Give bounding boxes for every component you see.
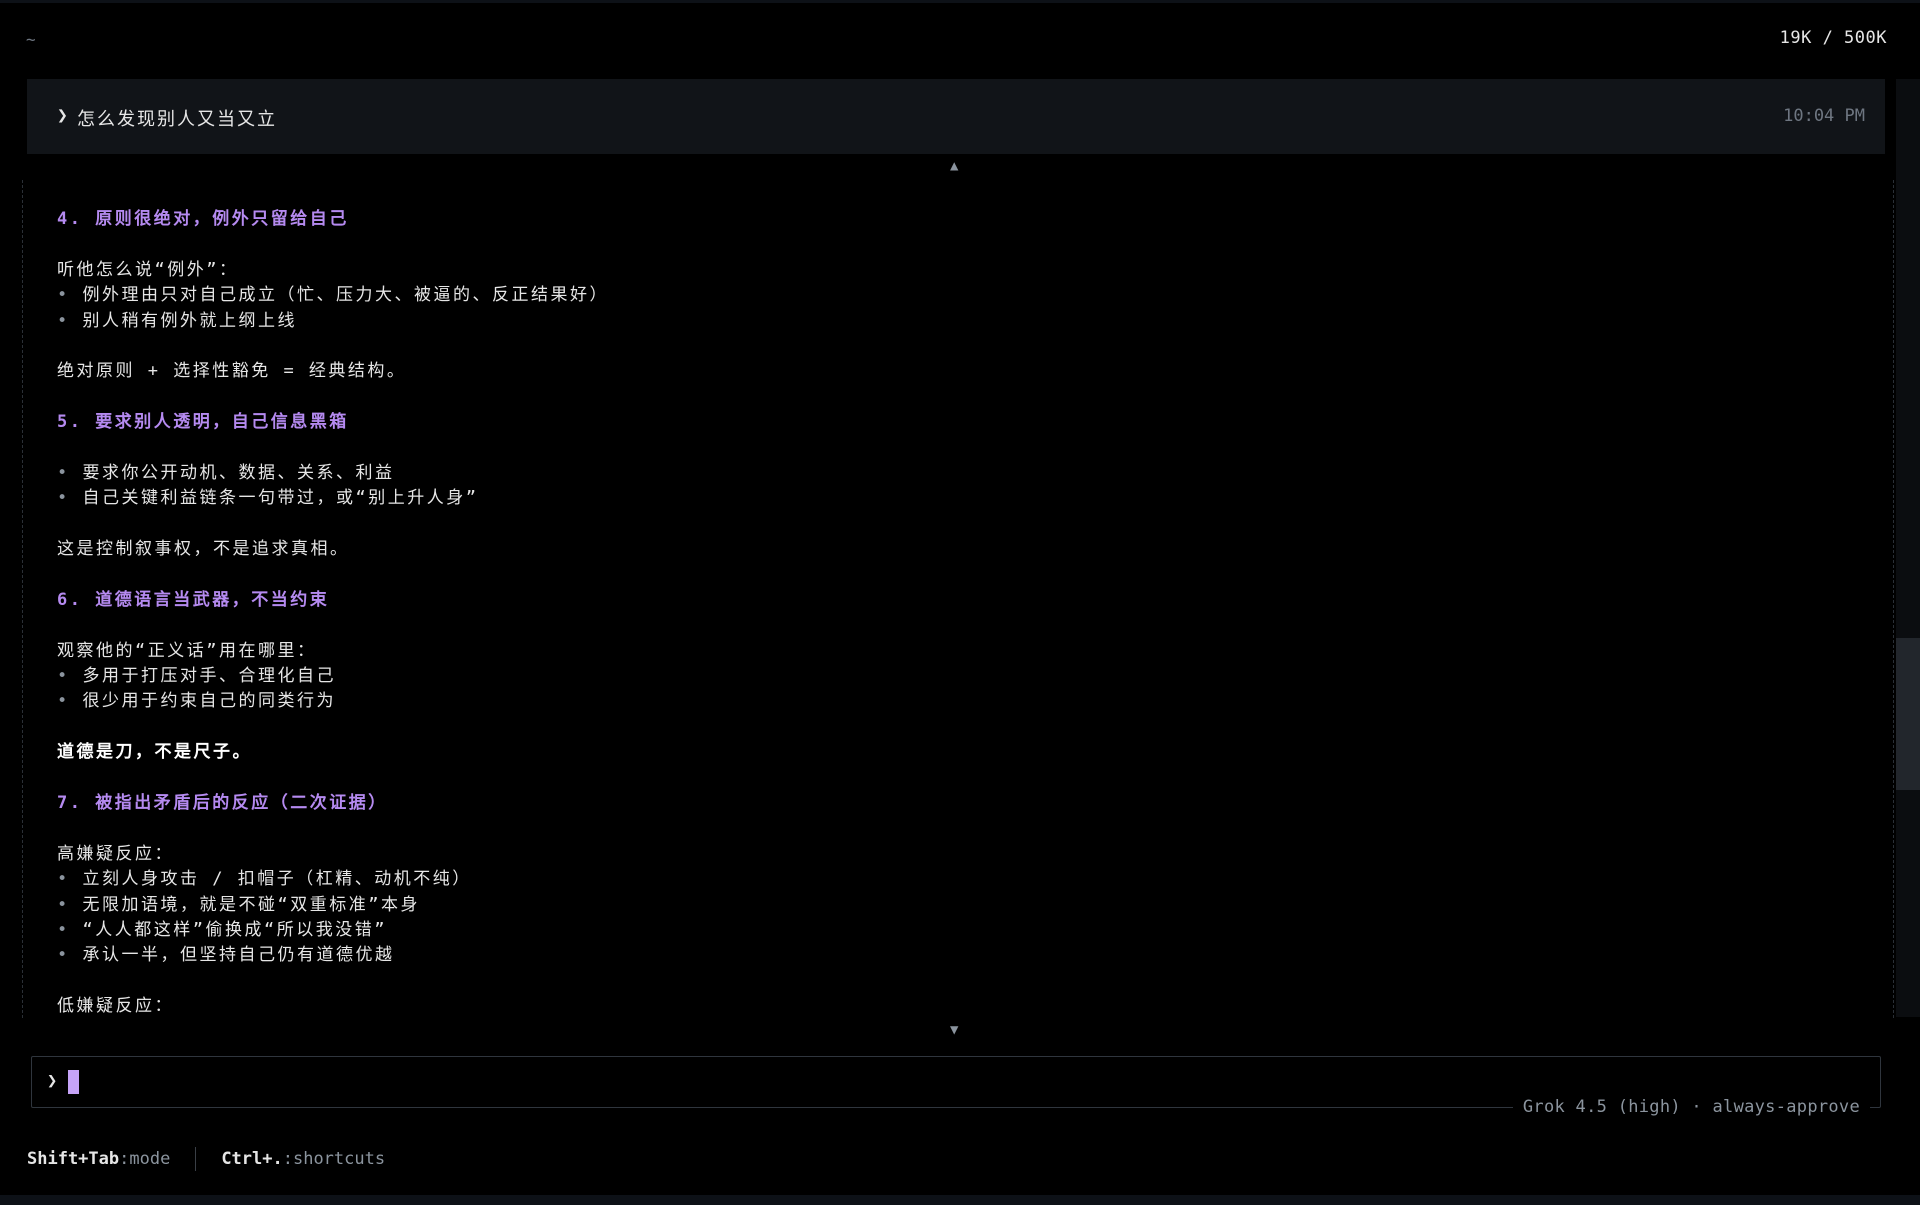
list-item: • 别人稍有例外就上纲上线: [57, 309, 1877, 334]
bullet-icon: •: [57, 462, 70, 483]
bullet-icon: •: [57, 919, 70, 940]
footer-hints: Shift+Tab :mode Ctrl+. :shortcuts: [27, 1147, 385, 1171]
list-item: • 要求你公开动机、数据、关系、利益: [57, 461, 1877, 486]
scroll-down-icon[interactable]: ▼: [950, 1022, 958, 1038]
user-message-time: 10:04 PM: [1783, 106, 1865, 126]
paragraph-line: 低嫌疑反应：: [57, 996, 174, 1017]
section-heading: 7. 被指出矛盾后的反应（二次证据）: [57, 792, 388, 813]
list-item: • “人人都这样”偷换成“所以我没错”: [57, 918, 1877, 943]
list-item: • 很少用于约束自己的同类行为: [57, 689, 1877, 714]
token-usage: 19K / 500K: [1779, 28, 1887, 48]
model-status: Grok 4.5 (high) · always-approve: [1512, 1097, 1870, 1117]
list-item: • 立刻人身攻击 / 扣帽子（杠精、动机不纯）: [57, 867, 1877, 892]
paragraph-line: 绝对原则 + 选择性豁免 = 经典结构。: [57, 361, 407, 382]
section-heading: 5. 要求别人透明，自己信息黑箱: [57, 412, 349, 433]
section-heading: 4. 原则很绝对，例外只留给自己: [57, 209, 349, 229]
bullet-icon: •: [57, 285, 70, 306]
bullet-icon: •: [57, 488, 70, 509]
paragraph-line: 这是控制叙事权，不是追求真相。: [57, 539, 350, 560]
paragraph-line: 道德是刀，不是尺子。: [57, 742, 252, 763]
list-item-text: 自己关键利益链条一句带过，或“别上升人身”: [82, 488, 479, 509]
bullet-icon: •: [57, 945, 70, 966]
section-heading: 6. 道德语言当武器，不当约束: [57, 589, 330, 610]
paragraph-line: 观察他的“正义话”用在哪里：: [57, 640, 317, 661]
bullet-icon: •: [57, 894, 70, 915]
scrollbar-thumb[interactable]: [1896, 638, 1920, 790]
list-item-text: 无限加语境，就是不碰“双重标准”本身: [82, 894, 420, 915]
list-item: • 自己关键利益链条一句带过，或“别上升人身”: [57, 486, 1877, 511]
input-prompt-symbol: ❯: [47, 1071, 58, 1091]
user-message: ❯ 怎么发现别人又当又立 10:04 PM: [27, 79, 1885, 154]
list-item-text: 很少用于约束自己的同类行为: [82, 691, 336, 712]
text-cursor: [68, 1070, 79, 1094]
bullet-icon: •: [57, 691, 70, 712]
shortcuts-label: :shortcuts: [282, 1149, 386, 1169]
scroll-up-icon[interactable]: ▲: [950, 158, 958, 174]
list-item: • 多用于打压对手、合理化自己: [57, 664, 1877, 689]
paragraph-line: 高嫌疑反应：: [57, 843, 174, 864]
list-item: • 例外理由只对自己成立（忙、压力大、被逼的、反正结果好）: [57, 283, 1877, 308]
list-item-text: 要求你公开动机、数据、关系、利益: [82, 462, 395, 483]
user-message-text: 怎么发现别人又当又立: [77, 109, 277, 130]
mode-key: Shift+Tab: [27, 1149, 120, 1169]
shortcuts-key: Ctrl+.: [221, 1149, 283, 1169]
left-guide-line: [22, 180, 23, 1018]
bullet-icon: •: [57, 666, 70, 687]
list-item-text: 立刻人身攻击 / 扣帽子（杠精、动机不纯）: [82, 869, 472, 890]
paragraph-line: 听他怎么说“例外”：: [57, 259, 239, 280]
scrollbar-track[interactable]: [1896, 79, 1920, 1017]
assistant-response: 4. 原则很绝对，例外只留给自己 听他怎么说“例外”： • 例外理由只对自己成立（忙…: [57, 207, 1877, 1017]
list-item: • 无限加语境，就是不碰“双重标准”本身: [57, 893, 1877, 918]
list-item-text: 承认一半，但坚持自己仍有道德优越: [82, 945, 395, 966]
list-item-text: “人人都这样”偷换成“所以我没错”: [82, 919, 387, 940]
list-item-text: 例外理由只对自己成立（忙、压力大、被逼的、反正结果好）: [82, 285, 609, 306]
right-guide-line: [1893, 180, 1894, 1018]
bullet-icon: •: [57, 869, 70, 890]
bullet-icon: •: [57, 310, 70, 331]
list-item: • 承认一半，但坚持自己仍有道德优越: [57, 943, 1877, 968]
footer-separator: [195, 1147, 197, 1171]
user-prompt-symbol: ❯: [57, 105, 68, 126]
list-item-text: 别人稍有例外就上纲上线: [82, 310, 297, 331]
mode-label: :mode: [119, 1149, 171, 1169]
top-edge: [0, 0, 1920, 3]
bottom-edge: [0, 1195, 1920, 1205]
list-item-text: 多用于打压对手、合理化自己: [82, 666, 336, 687]
cwd-indicator: ~: [26, 30, 36, 49]
